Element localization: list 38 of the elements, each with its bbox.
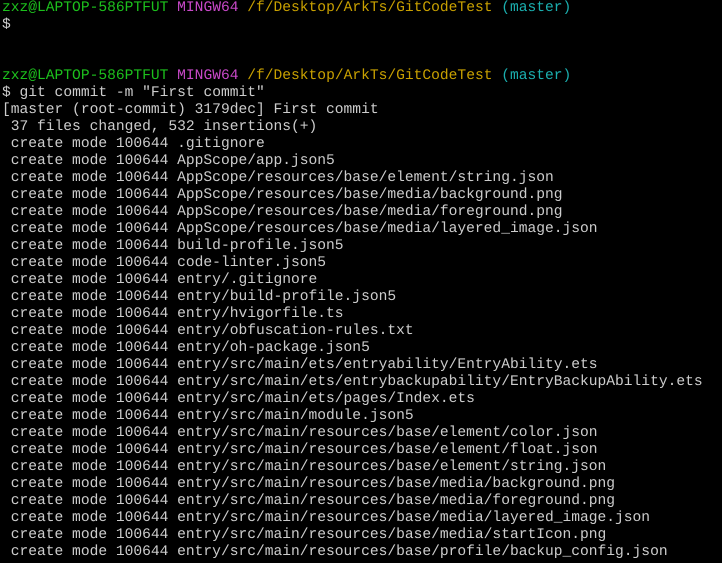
output-line: create mode 100644 AppScope/resources/base/element/string.json [10,170,554,186]
git-branch: (master) [501,68,572,84]
output-line: create mode 100644 entry/src/main/ets/entrybackupability/EntryBackupAbility.ets [10,374,703,390]
output-line: create mode 100644 AppScope/resources/base/media/foreground.png [10,204,562,220]
output-line: create mode 100644 .gitignore [10,136,265,152]
output-line: create mode 100644 AppScope/app.json5 [10,153,335,169]
output-line: create mode 100644 entry/src/main/resources/base/media/layered_image.json [10,510,650,526]
current-path: /f/Desktop/ArkTs/GitCodeTest [247,68,492,84]
output-line: create mode 100644 entry/src/main/resources/base/element/float.json [10,442,598,458]
output-line: [master (root-commit) 3179dec] First commit [2,102,379,118]
current-path: /f/Desktop/ArkTs/GitCodeTest [247,0,492,16]
output-line: create mode 100644 code-linter.json5 [10,255,326,271]
git-branch: (master) [501,0,572,16]
output-line: create mode 100644 entry/src/main/resources/base/profile/backup_config.json [10,544,668,560]
output-line: create mode 100644 build-profile.json5 [10,238,344,254]
output-line: create mode 100644 AppScope/resources/base/media/background.png [10,187,562,203]
shell-name: MINGW64 [177,68,238,84]
output-line: create mode 100644 entry/src/main/resources/base/element/color.json [10,425,598,441]
output-line: create mode 100644 entry/.gitignore [10,272,318,288]
user-host: zxz@LAPTOP-586PTFUT [2,0,168,16]
prompt-symbol: $ [2,17,11,33]
output-line: create mode 100644 entry/hvigorfile.ts [10,306,344,322]
output-line: create mode 100644 AppScope/resources/base/media/layered_image.json [10,221,598,237]
output-line: create mode 100644 entry/src/main/resources/base/media/foreground.png [10,493,616,509]
output-line: 37 files changed, 532 insertions(+) [10,119,318,135]
user-host: zxz@LAPTOP-586PTFUT [2,68,168,84]
shell-name: MINGW64 [177,0,238,16]
output-line: create mode 100644 entry/src/main/module.json5 [10,408,414,424]
prompt-symbol: $ [2,85,11,101]
output-line: create mode 100644 entry/build-profile.json5 [10,289,396,305]
command-text: git commit -m "First commit" [20,85,265,101]
output-line: create mode 100644 entry/src/main/resources/base/element/string.json [10,459,606,475]
output-line: create mode 100644 entry/oh-package.json5 [10,340,370,356]
output-line: create mode 100644 entry/src/main/ets/entryability/EntryAbility.ets [10,357,598,373]
output-line: create mode 100644 entry/src/main/resources/base/media/background.png [10,476,616,492]
output-line: create mode 100644 entry/obfuscation-rules.txt [10,323,414,339]
output-line: create mode 100644 entry/src/main/ets/pages/Index.ets [10,391,475,407]
output-line: create mode 100644 entry/src/main/resources/base/media/startIcon.png [10,527,606,543]
